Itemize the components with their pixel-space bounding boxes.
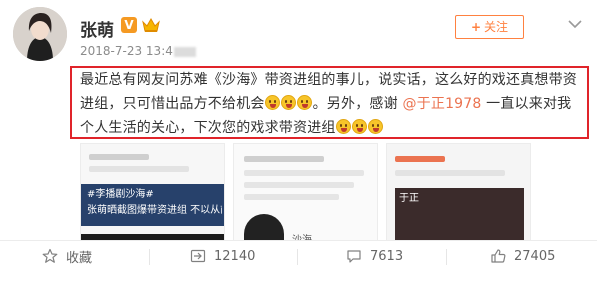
verified-badge-icon: V (121, 17, 137, 33)
divider (149, 249, 150, 265)
image-caption: #李播剧沙海# (87, 189, 154, 200)
emoji-icon (351, 119, 367, 134)
emoji-icon (335, 119, 351, 134)
repost-icon (190, 249, 206, 263)
emoji-icon (296, 95, 312, 110)
redacted-area (173, 46, 196, 57)
favorite-button[interactable]: 收藏 (42, 245, 92, 267)
favorite-label: 收藏 (66, 250, 93, 266)
follow-label: 关注 (484, 20, 509, 34)
divider (297, 249, 298, 265)
like-button[interactable]: 27405 (490, 245, 555, 267)
post-header: 张萌 V 2018-7-23 13:4 + 关注 (0, 0, 597, 62)
comment-count: 7613 (370, 248, 404, 264)
repost-count: 12140 (214, 248, 256, 264)
image-caption: 于正 (399, 193, 419, 204)
mention-link[interactable]: @于正1978 (402, 96, 481, 112)
plus-icon: + (470, 20, 482, 34)
divider (446, 249, 447, 265)
divider (0, 240, 597, 241)
crown-icon (142, 17, 160, 32)
emoji-icon (264, 95, 280, 110)
like-count: 27405 (514, 248, 556, 264)
username[interactable]: 张萌 (80, 16, 114, 41)
avatar[interactable] (13, 7, 67, 61)
emoji-icon (280, 95, 296, 110)
post-timestamp[interactable]: 2018-7-23 13:4 (80, 44, 196, 58)
comment-icon (347, 250, 361, 263)
emoji-icon (367, 119, 383, 134)
post-text-part2: 。另外，感谢 (312, 96, 403, 112)
follow-button[interactable]: + 关注 (455, 15, 524, 39)
star-icon (42, 248, 58, 263)
comment-button[interactable]: 7613 (346, 245, 403, 267)
image-caption: 张萌晒截图爆带资进组 不以从前 (87, 205, 222, 216)
thumbs-up-icon (491, 249, 506, 263)
chevron-down-icon[interactable] (566, 15, 584, 33)
post-text: 最近总有网友问苏难《沙海》带资进组的事儿，说实话，这么好的戏还真想带资进组，只可… (80, 68, 582, 140)
repost-button[interactable]: 12140 (190, 245, 255, 267)
